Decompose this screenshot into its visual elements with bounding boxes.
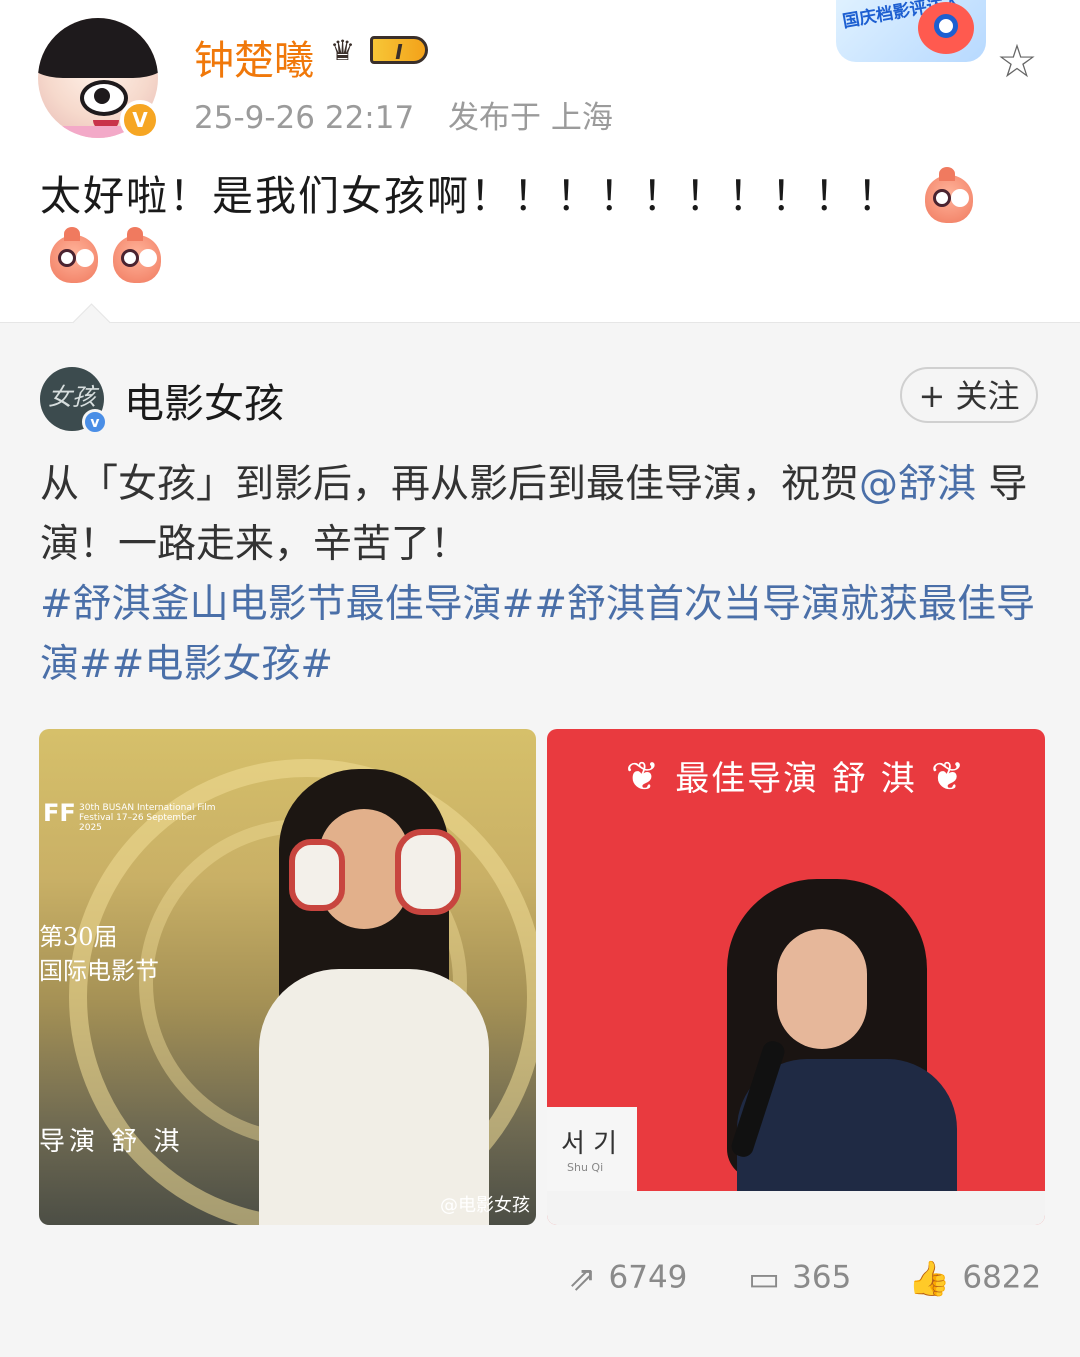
award-text: 最佳导演 舒 淇 <box>675 759 917 799</box>
like-button[interactable]: 👍 6822 <box>908 1259 1041 1299</box>
author-name[interactable]: 钟楚曦 <box>194 28 314 86</box>
post-header: V 钟楚曦 ♛ I 25-9-26 22:17 发布于 上海 国庆档影评达人 ☆ <box>0 0 1080 150</box>
festival-subtitle: 30th BUSAN International Film Festival 1… <box>79 803 216 833</box>
name-card-english: Shu Qi <box>567 1161 604 1174</box>
repost-text: 从「女孩」到影后，再从影后到最佳导演，祝贺@舒淇 导演！一路走来，辛苦了！ #舒… <box>40 455 1040 695</box>
like-count: 6822 <box>962 1259 1042 1296</box>
poster-caption-1: 第30届 <box>39 923 118 951</box>
hashtag-links[interactable]: #舒淇釜山电影节最佳导演##舒淇首次当导演就获最佳导演##电影女孩# <box>40 582 1035 687</box>
repost-caret <box>72 303 111 342</box>
laurel-icon: ❦ <box>625 754 662 800</box>
emoji-icon <box>50 227 98 283</box>
action-bar: ⇗ 6749 ▭ 365 👍 6822 <box>0 1251 1080 1311</box>
name-card-korean: 서 기 <box>561 1129 618 1159</box>
share-count: 6749 <box>608 1259 688 1296</box>
emoji-icon <box>925 167 974 223</box>
post-text-content: 太好啦！是我们女孩啊！！！！！！！！！！ <box>40 172 900 220</box>
award-caption: ❦ 最佳导演 舒 淇 ❦ <box>547 751 1045 800</box>
comment-button[interactable]: ▭ 365 <box>748 1259 851 1299</box>
repost-author-name[interactable]: 电影女孩 <box>124 371 284 429</box>
crown-icon: ♛ <box>330 34 356 67</box>
repost-image-left[interactable]: FF 30th BUSAN International Film Festiva… <box>39 729 536 1225</box>
repost-card[interactable]: 女孩 v 电影女孩 + 关注 从「女孩」到影后，再从影后到最佳导演，祝贺@舒淇 … <box>0 303 1080 1357</box>
post-location: 发布于 上海 <box>448 100 613 136</box>
repost-text-part1: 从「女孩」到影后，再从影后到最佳导演，祝贺 <box>40 462 860 507</box>
verified-icon: v <box>82 409 108 435</box>
headphone-icon <box>289 839 345 911</box>
verified-icon: V <box>120 100 160 140</box>
level-badge[interactable]: ♛ I <box>330 32 434 70</box>
image-watermark: @电影女孩 <box>440 1195 530 1216</box>
mascot-icon <box>918 2 974 54</box>
follow-button[interactable]: + 关注 <box>900 367 1038 423</box>
emoji-icon <box>113 227 162 283</box>
headphone-icon <box>395 829 461 915</box>
poster-caption-2: 国际电影节 <box>39 957 159 985</box>
comment-count: 365 <box>792 1259 852 1296</box>
event-badge[interactable]: 国庆档影评达人 <box>836 0 986 62</box>
festival-mark: FF <box>43 799 76 827</box>
share-icon: ⇗ <box>568 1259 597 1299</box>
star-icon[interactable]: ☆ <box>992 36 1042 86</box>
comment-icon: ▭ <box>748 1259 781 1299</box>
like-icon: 👍 <box>908 1259 951 1299</box>
poster-caption-3: 导演 舒 淇 <box>39 1127 184 1157</box>
share-button[interactable]: ⇗ 6749 <box>568 1259 687 1299</box>
level-value: I <box>370 36 428 64</box>
repost-image-right[interactable]: ❦ 最佳导演 舒 淇 ❦ 서 기 Shu Qi <box>547 729 1045 1225</box>
name-card: 서 기 Shu Qi <box>547 1107 637 1191</box>
post-time: 25-9-26 22:17 <box>194 100 415 136</box>
post-meta: 25-9-26 22:17 发布于 上海 <box>194 92 637 137</box>
post-text: 太好啦！是我们女孩啊！！！！！！！！！！ <box>40 166 1040 286</box>
laurel-icon: ❦ <box>930 754 967 800</box>
mention-link[interactable]: @舒淇 <box>859 462 976 507</box>
